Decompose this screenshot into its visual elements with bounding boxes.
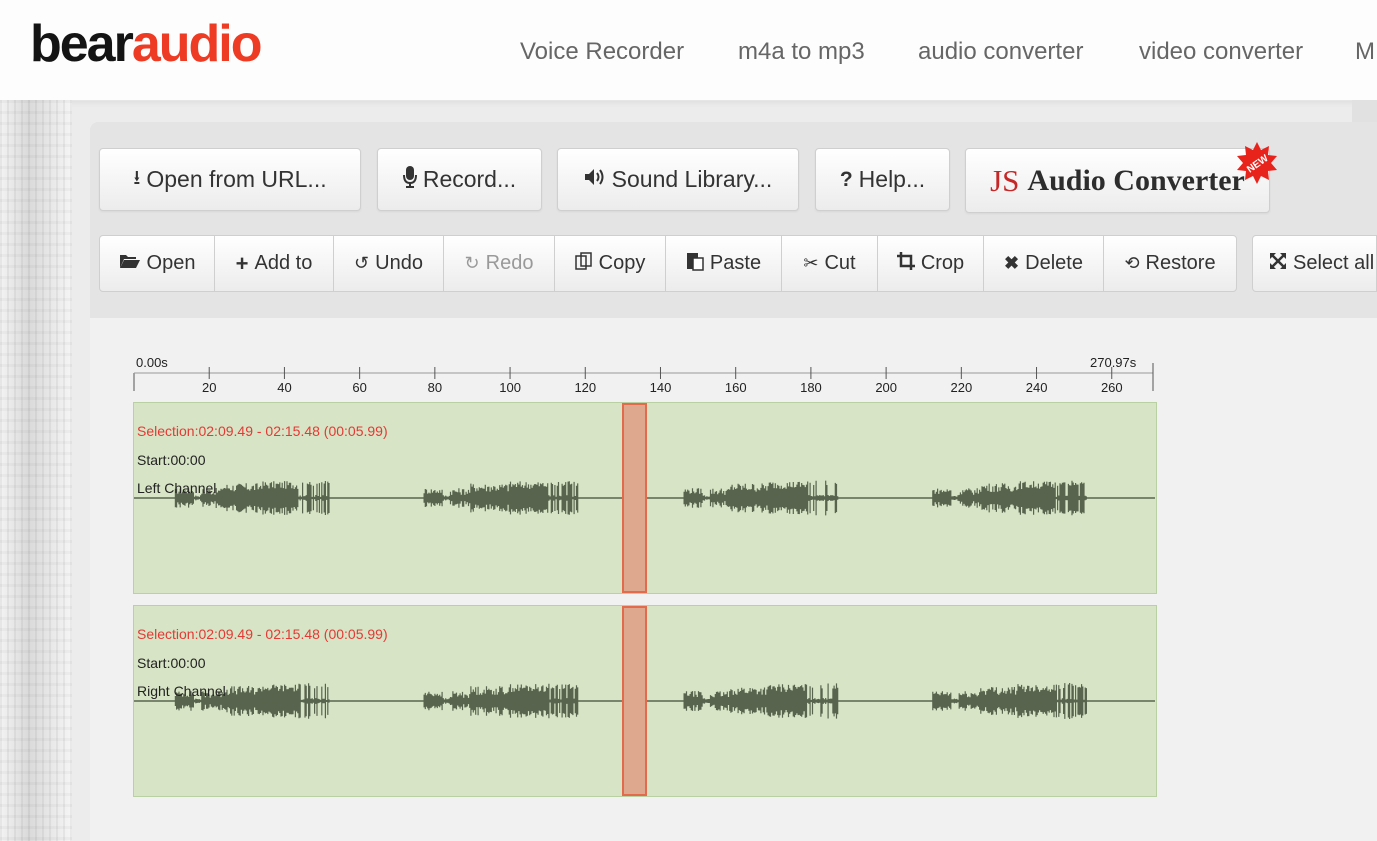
copy-label: Copy [598, 252, 646, 274]
expand-icon [1269, 252, 1287, 275]
sound-library-label: Sound Library... [611, 166, 773, 192]
crop-button[interactable]: Crop [877, 235, 984, 292]
times-icon: ✖ [1004, 253, 1020, 273]
waveform-segment [932, 683, 1087, 719]
download-icon: ⭳ [133, 166, 141, 189]
select-all-button[interactable]: Select all [1252, 235, 1377, 292]
paste-button[interactable]: Paste [665, 235, 782, 292]
right-channel-label: Right Channel [137, 683, 226, 699]
restore-icon: ⟲ [1124, 253, 1140, 273]
delete-button[interactable]: ✖ Delete [983, 235, 1104, 292]
decorative-sketch-strip [0, 100, 72, 841]
help-button[interactable]: ? Help... [815, 148, 950, 211]
waveform-segment [683, 683, 839, 719]
logo[interactable]: bearaudio [30, 12, 263, 76]
timeline-tick-label: 160 [724, 380, 747, 395]
redo-label: Redo [485, 252, 534, 274]
open-from-url-label: Open from URL... [146, 166, 327, 192]
timeline-tick-label: 200 [875, 380, 898, 395]
record-button[interactable]: Record... [377, 148, 542, 211]
left-channel-selection[interactable] [622, 403, 647, 593]
timeline-start-label: 0.00s [136, 355, 168, 370]
right-channel-track[interactable]: Selection:02:09.49 - 02:15.48 (00:05.99)… [133, 605, 1157, 797]
cut-label: Cut [824, 252, 856, 274]
nav-voice-recorder[interactable]: Voice Recorder [520, 38, 684, 66]
timeline-tick-label: 20 [202, 380, 217, 395]
timeline-tick-label: 100 [499, 380, 521, 395]
left-channel-start-info: Start:00:00 [137, 452, 206, 468]
timeline-tick-label: 60 [352, 380, 367, 395]
redo-icon: ↻ [464, 253, 480, 273]
logo-part-bear: bear [30, 15, 134, 73]
waveform-segment [932, 480, 1087, 516]
plus-icon: + [235, 250, 249, 276]
timeline-tick-label: 260 [1100, 380, 1123, 395]
add-to-button[interactable]: + Add to [214, 235, 334, 292]
js-label: JS [990, 162, 1020, 198]
timeline-tick-label: 120 [574, 380, 597, 395]
record-label: Record... [422, 166, 517, 192]
timeline-tick-label: 140 [649, 380, 672, 395]
timeline-tick-label: 80 [427, 380, 443, 395]
undo-label: Undo [375, 252, 423, 274]
open-label: Open [146, 252, 196, 274]
select-all-label: Select all [1293, 252, 1375, 274]
paste-icon [686, 251, 704, 276]
right-channel-selection-info: Selection:02:09.49 - 02:15.48 (00:05.99) [137, 626, 388, 642]
timeline-tick-label: 40 [277, 380, 292, 395]
waveform-segment [423, 683, 579, 719]
open-from-url-button[interactable]: ⭳ Open from URL... [99, 148, 361, 211]
nav-video-converter[interactable]: video converter [1139, 38, 1303, 66]
add-to-label: Add to [254, 252, 313, 274]
question-icon: ? [839, 167, 853, 191]
redo-button[interactable]: ↻ Redo [443, 235, 555, 292]
waveform-segment [423, 481, 579, 515]
left-channel-track[interactable]: Selection:02:09.49 - 02:15.48 (00:05.99)… [133, 402, 1157, 594]
left-channel-label: Left Channel [137, 480, 217, 496]
scissors-icon: ✂ [803, 253, 819, 273]
restore-button[interactable]: ⟲ Restore [1103, 235, 1237, 292]
nav-audio-converter[interactable]: audio converter [918, 38, 1083, 66]
js-audio-converter-button[interactable]: JS Audio Converter NEW [965, 142, 1277, 213]
waveform-segment [683, 480, 839, 516]
right-channel-selection[interactable] [622, 606, 647, 796]
copy-button[interactable]: Copy [554, 235, 666, 292]
timeline-end-label: 270.97s [1090, 355, 1137, 370]
restore-label: Restore [1145, 252, 1216, 274]
paste-label: Paste [709, 252, 762, 274]
delete-label: Delete [1025, 252, 1083, 274]
nav-m4a-to-mp3[interactable]: m4a to mp3 [738, 38, 865, 66]
microphone-icon [402, 165, 417, 194]
copy-icon [574, 252, 593, 275]
right-channel-start-info: Start:00:00 [137, 655, 206, 671]
help-label: Help... [858, 166, 926, 192]
undo-button[interactable]: ↺ Undo [333, 235, 444, 292]
site-header: bearaudio Voice Recorder m4a to mp3 audi… [0, 0, 1377, 101]
volume-icon [584, 168, 606, 192]
timeline-tick-label: 180 [800, 380, 822, 395]
folder-open-icon [119, 253, 141, 274]
new-badge-icon: NEW [1237, 142, 1277, 184]
undo-icon: ↺ [354, 253, 370, 273]
audio-converter-label: Audio Converter [1027, 163, 1245, 197]
crop-icon [896, 252, 915, 275]
timeline-tick-label: 220 [950, 380, 973, 395]
left-channel-selection-info: Selection:02:09.49 - 02:15.48 (00:05.99) [137, 423, 388, 439]
timeline-tick-label: 240 [1025, 380, 1048, 395]
nav-more[interactable]: M [1355, 38, 1375, 66]
logo-part-audio: audio [131, 15, 263, 73]
sound-library-button[interactable]: Sound Library... [557, 148, 799, 211]
open-button[interactable]: Open [99, 235, 215, 292]
crop-label: Crop [920, 252, 965, 274]
cut-button[interactable]: ✂ Cut [781, 235, 878, 292]
